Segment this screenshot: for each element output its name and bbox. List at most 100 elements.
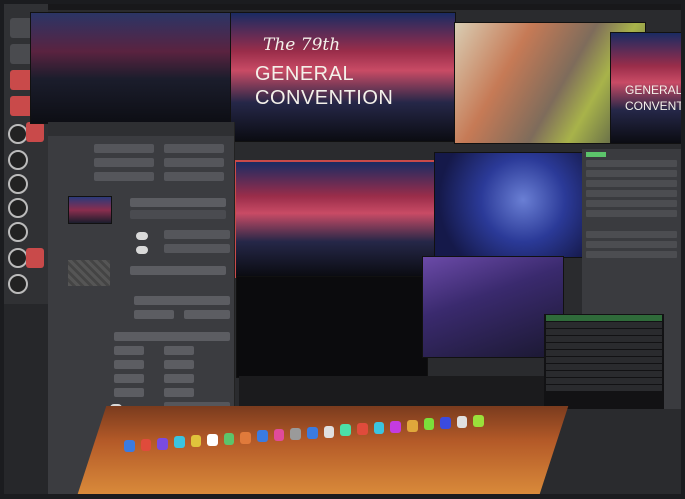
dock-app-icon[interactable] <box>340 424 351 437</box>
dock-app-icon[interactable] <box>140 438 152 451</box>
preview-tile-crowd[interactable] <box>234 160 436 278</box>
program-title-line2: GENERAL <box>255 63 355 85</box>
dock-app-icon[interactable] <box>207 434 218 446</box>
knob-icon[interactable] <box>8 174 28 194</box>
trigger-button[interactable] <box>164 144 224 153</box>
rotation-field[interactable] <box>114 388 144 397</box>
list-item[interactable] <box>546 364 662 370</box>
bottom-empty-area <box>239 376 582 408</box>
menu-bar <box>4 4 681 10</box>
dock-app-icon[interactable] <box>390 420 401 433</box>
dock-app-icon[interactable] <box>440 417 451 430</box>
crop-field[interactable] <box>114 374 144 383</box>
knob-icon[interactable] <box>8 124 28 144</box>
video-tile-empty[interactable] <box>236 276 428 378</box>
content-path-field[interactable] <box>130 210 226 219</box>
list-item[interactable] <box>546 378 662 384</box>
knob-icon[interactable] <box>8 248 28 268</box>
position-field[interactable] <box>114 332 230 341</box>
transition-type-field[interactable] <box>134 296 230 305</box>
property-row[interactable] <box>586 180 677 187</box>
video-tile-title-cropped[interactable]: GENERAL CONVENTI <box>610 32 681 144</box>
tally-indicator <box>586 152 606 157</box>
source-list <box>544 314 664 409</box>
transparent-thumbnail[interactable] <box>68 260 110 286</box>
trigger-button[interactable] <box>164 158 224 167</box>
dock-app-icon[interactable] <box>307 426 318 439</box>
cropped-title-line3: CONVENTI <box>625 99 681 113</box>
dock-app-icon[interactable] <box>257 430 268 443</box>
list-item[interactable] <box>546 336 662 342</box>
transition-section-title <box>48 288 234 294</box>
duration-field[interactable] <box>184 310 230 319</box>
panel-header <box>48 122 234 136</box>
list-item[interactable] <box>546 350 662 356</box>
dock-app-icon[interactable] <box>323 425 335 438</box>
dock-app-icon[interactable] <box>240 431 252 444</box>
dock-app-icon[interactable] <box>373 422 385 434</box>
program-tile[interactable]: The 79th GENERAL CONVENTION <box>230 12 456 142</box>
position-y-field[interactable] <box>164 346 194 355</box>
dock-app-icon[interactable] <box>190 435 202 448</box>
list-item[interactable] <box>546 385 662 391</box>
dock-app-icon[interactable] <box>173 436 185 449</box>
program-title-line3: CONVENTION <box>255 87 394 109</box>
knob-icon[interactable] <box>8 274 28 294</box>
list-item[interactable] <box>546 357 662 363</box>
toggle-switch[interactable] <box>136 246 148 254</box>
dock-app-icon[interactable] <box>456 416 468 428</box>
dock-app-icon[interactable] <box>223 432 235 445</box>
rail-button[interactable] <box>26 122 44 142</box>
list-item[interactable] <box>546 329 662 335</box>
triggers-section-title <box>48 136 234 142</box>
trigger-button[interactable] <box>164 172 224 181</box>
rotation-field[interactable] <box>164 388 194 397</box>
property-row[interactable] <box>586 210 677 217</box>
dock-app-icon[interactable] <box>157 437 168 450</box>
list-item[interactable] <box>546 371 662 377</box>
dock-app-icon[interactable] <box>423 418 435 431</box>
position-section-title <box>48 324 234 330</box>
property-row[interactable] <box>586 241 677 248</box>
knob-icon[interactable] <box>8 222 28 242</box>
trigger-button[interactable] <box>94 172 154 181</box>
property-row[interactable] <box>586 170 677 177</box>
content-thumbnail[interactable] <box>68 196 112 224</box>
media-field[interactable] <box>130 266 226 275</box>
content-name-field[interactable] <box>130 198 226 207</box>
program-title-line1: The 79th <box>263 35 341 55</box>
scale-field[interactable] <box>114 360 144 369</box>
property-row[interactable] <box>586 231 677 238</box>
video-tile-crowd[interactable] <box>30 12 232 124</box>
option-button[interactable] <box>164 230 230 239</box>
list-item[interactable] <box>546 315 662 321</box>
property-row[interactable] <box>586 200 677 207</box>
property-row[interactable] <box>586 190 677 197</box>
knob-icon[interactable] <box>8 198 28 218</box>
property-row[interactable] <box>586 251 677 258</box>
position-x-field[interactable] <box>114 346 144 355</box>
dock-app-icon[interactable] <box>356 423 368 436</box>
property-row[interactable] <box>586 160 677 167</box>
list-item[interactable] <box>546 322 662 328</box>
duration-field[interactable] <box>134 310 174 319</box>
rail-button[interactable] <box>26 248 44 268</box>
toggle-switch[interactable] <box>136 232 148 240</box>
trigger-button[interactable] <box>94 144 154 153</box>
scale-field[interactable] <box>164 360 194 369</box>
dock <box>124 412 485 452</box>
list-item[interactable] <box>546 343 662 349</box>
lower-left-area <box>4 304 48 494</box>
crop-field[interactable] <box>164 374 194 383</box>
option-button[interactable] <box>164 244 230 253</box>
dock-app-icon[interactable] <box>406 419 418 432</box>
monitor-screen: The 79th GENERAL CONVENTION GENERAL CONV… <box>4 4 681 494</box>
dock-app-icon[interactable] <box>124 440 135 452</box>
dock-app-icon[interactable] <box>473 414 485 427</box>
dock-app-icon[interactable] <box>273 429 285 442</box>
knob-icon[interactable] <box>8 150 28 170</box>
cropped-title-line2: GENERAL <box>625 83 681 97</box>
video-tile-musicians[interactable] <box>422 256 564 358</box>
dock-app-icon[interactable] <box>290 428 302 440</box>
trigger-button[interactable] <box>94 158 154 167</box>
